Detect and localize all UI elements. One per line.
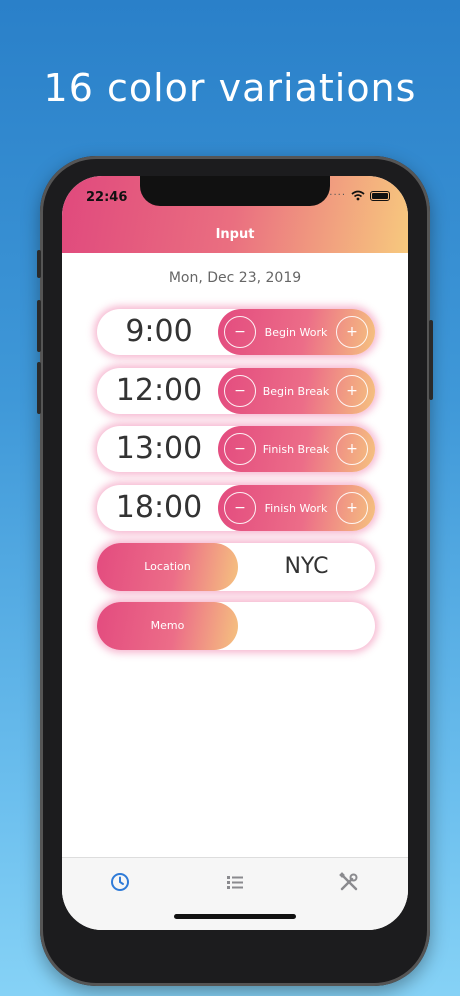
app-screen: 22:46 ···· Input Mon, Dec 23, 2019 9:00 … xyxy=(62,176,408,930)
entry-action: − Begin Break + xyxy=(218,368,375,414)
nav-title: Input xyxy=(215,227,255,242)
memo-value[interactable] xyxy=(238,602,375,650)
entry-action-label[interactable]: Finish Work xyxy=(256,502,336,515)
increment-button[interactable]: + xyxy=(336,433,368,465)
location-row[interactable]: Location NYC xyxy=(97,543,375,591)
tab-clock[interactable] xyxy=(108,870,132,894)
tools-icon xyxy=(339,872,358,891)
time-entry-row: 13:00 − Finish Break + xyxy=(97,426,375,472)
decrement-button[interactable]: − xyxy=(224,316,256,348)
memo-label: Memo xyxy=(97,602,238,650)
wifi-icon xyxy=(351,190,365,201)
memo-row[interactable]: Memo xyxy=(97,602,375,650)
entry-action-label[interactable]: Begin Break xyxy=(256,385,336,398)
time-entry-row: 9:00 − Begin Work + xyxy=(97,309,375,355)
location-value[interactable]: NYC xyxy=(238,543,375,591)
entry-time[interactable]: 13:00 xyxy=(97,426,221,472)
entry-time[interactable]: 12:00 xyxy=(97,368,221,414)
clock-icon xyxy=(111,873,129,891)
phone-side-button xyxy=(37,250,41,278)
battery-icon xyxy=(370,190,390,201)
time-entry-row: 18:00 − Finish Work + xyxy=(97,485,375,531)
status-time: 22:46 xyxy=(86,190,128,205)
tab-bar xyxy=(62,857,408,930)
increment-button[interactable]: + xyxy=(336,492,368,524)
decrement-button[interactable]: − xyxy=(224,375,256,407)
entry-action: − Begin Work + xyxy=(218,309,375,355)
tab-list[interactable] xyxy=(223,870,247,894)
entry-time[interactable]: 9:00 xyxy=(97,309,221,355)
entry-action: − Finish Break + xyxy=(218,426,375,472)
entry-action-label[interactable]: Finish Break xyxy=(256,443,336,456)
promo-headline: 16 color variations xyxy=(43,66,417,110)
location-label: Location xyxy=(97,543,238,591)
tab-settings[interactable] xyxy=(337,870,361,894)
home-indicator[interactable] xyxy=(174,914,296,919)
entry-time[interactable]: 18:00 xyxy=(97,485,221,531)
increment-button[interactable]: + xyxy=(336,375,368,407)
time-entry-row: 12:00 − Begin Break + xyxy=(97,368,375,414)
current-date: Mon, Dec 23, 2019 xyxy=(168,270,302,286)
decrement-button[interactable]: − xyxy=(224,492,256,524)
decrement-button[interactable]: − xyxy=(224,433,256,465)
entry-action-label[interactable]: Begin Work xyxy=(256,326,336,339)
phone-side-button xyxy=(429,320,433,400)
entry-action: − Finish Work + xyxy=(218,485,375,531)
nav-bar: 22:46 ···· Input xyxy=(62,176,408,253)
list-icon xyxy=(227,876,243,889)
phone-side-button xyxy=(37,362,41,414)
phone-side-button xyxy=(37,300,41,352)
notch xyxy=(140,176,330,206)
signal-icon: ···· xyxy=(329,190,346,201)
increment-button[interactable]: + xyxy=(336,316,368,348)
status-icons: ···· xyxy=(329,190,390,201)
